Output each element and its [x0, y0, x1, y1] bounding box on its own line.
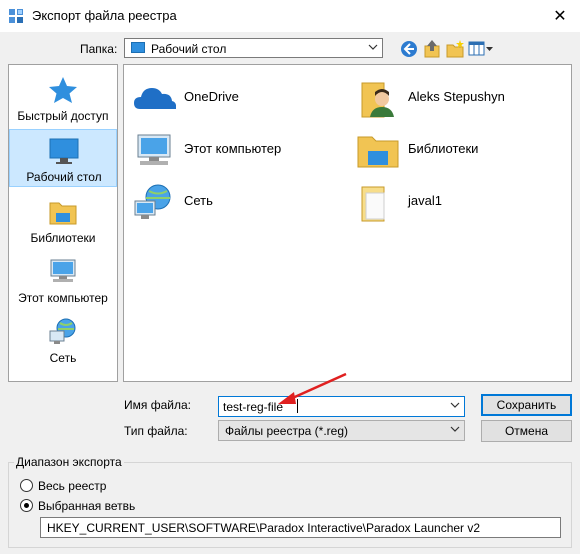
chevron-down-icon	[368, 44, 378, 50]
filetype-label: Тип файла:	[124, 424, 188, 438]
computer-icon	[50, 259, 76, 282]
folder-combo-value: Рабочий стол	[151, 42, 227, 56]
radio-selected-branch[interactable]	[20, 499, 33, 512]
computer-icon	[137, 134, 171, 165]
place-desktop[interactable]: Рабочий стол	[9, 129, 117, 187]
radio-all-registry[interactable]	[20, 479, 33, 492]
registry-app-icon	[9, 9, 23, 23]
file-label: Библиотеки	[408, 141, 479, 156]
star-icon	[49, 77, 77, 103]
user-folder-icon	[361, 82, 394, 118]
folder-icon	[361, 186, 385, 222]
close-icon: ✕	[553, 8, 567, 25]
title-bar: Экспорт файла реестра ✕	[0, 0, 580, 32]
place-label: Рабочий стол	[26, 170, 102, 184]
file-item-onedrive[interactable]: OneDrive	[128, 75, 328, 119]
place-network[interactable]: Сеть	[9, 311, 117, 367]
file-item-this-pc[interactable]: Этот компьютер	[128, 127, 328, 171]
folder-combo[interactable]: Рабочий стол	[124, 38, 383, 58]
new-folder-icon[interactable]	[445, 39, 465, 59]
file-item-folder[interactable]: javal1	[352, 179, 562, 223]
desktop-icon	[131, 42, 145, 53]
back-icon[interactable]	[399, 39, 419, 59]
branch-path-field[interactable]: HKEY_CURRENT_USER\SOFTWARE\Paradox Inter…	[40, 517, 561, 538]
place-this-pc[interactable]: Этот компьютер	[9, 251, 117, 307]
filetype-value: Файлы реестра (*.reg)	[225, 424, 348, 438]
places-bar: Быстрый доступ Рабочий стол Библиотеки Э…	[8, 64, 118, 382]
chevron-down-icon	[450, 426, 460, 432]
network-icon	[49, 318, 76, 344]
onedrive-icon	[134, 88, 176, 109]
chevron-down-icon[interactable]	[450, 400, 460, 410]
file-label: javal1	[408, 193, 442, 208]
file-item-libraries[interactable]: Библиотеки	[352, 127, 562, 171]
export-range-legend: Диапазон экспорта	[14, 455, 124, 469]
file-label: OneDrive	[184, 89, 239, 104]
window-title: Экспорт файла реестра	[32, 8, 177, 23]
filename-label: Имя файла:	[124, 398, 191, 412]
radio-all-registry-label[interactable]: Весь реестр	[38, 479, 106, 493]
file-item-user-folder[interactable]: Aleks Stepushyn	[352, 75, 562, 119]
libraries-icon	[357, 136, 399, 168]
libraries-icon	[49, 202, 77, 225]
file-label: Сеть	[184, 193, 213, 208]
place-label: Библиотеки	[30, 231, 96, 245]
file-list: OneDrive Aleks Stepushyn Этот компьютер …	[123, 64, 572, 382]
branch-path-value: HKEY_CURRENT_USER\SOFTWARE\Paradox Inter…	[47, 521, 481, 535]
place-quick-access[interactable]: Быстрый доступ	[9, 69, 117, 125]
file-label: Этот компьютер	[184, 141, 282, 156]
place-label: Этот компьютер	[18, 291, 108, 305]
cancel-button[interactable]: Отмена	[481, 420, 572, 442]
filetype-select[interactable]: Файлы реестра (*.reg)	[218, 420, 465, 441]
desktop-icon	[49, 138, 79, 164]
place-libraries[interactable]: Библиотеки	[9, 191, 117, 247]
folder-label: Папка:	[80, 42, 118, 56]
file-label: Aleks Stepushyn	[408, 89, 505, 104]
file-item-network[interactable]: Сеть	[128, 179, 328, 223]
close-button[interactable]: ✕	[540, 0, 580, 32]
annotation-arrow-icon	[278, 372, 347, 404]
up-folder-icon[interactable]	[422, 39, 442, 59]
view-menu-icon[interactable]	[468, 40, 494, 58]
place-label: Сеть	[49, 351, 77, 365]
radio-selected-branch-label[interactable]: Выбранная ветвь	[38, 499, 135, 513]
save-button[interactable]: Сохранить	[481, 394, 572, 416]
network-icon	[134, 184, 171, 219]
place-label: Быстрый доступ	[17, 109, 109, 123]
